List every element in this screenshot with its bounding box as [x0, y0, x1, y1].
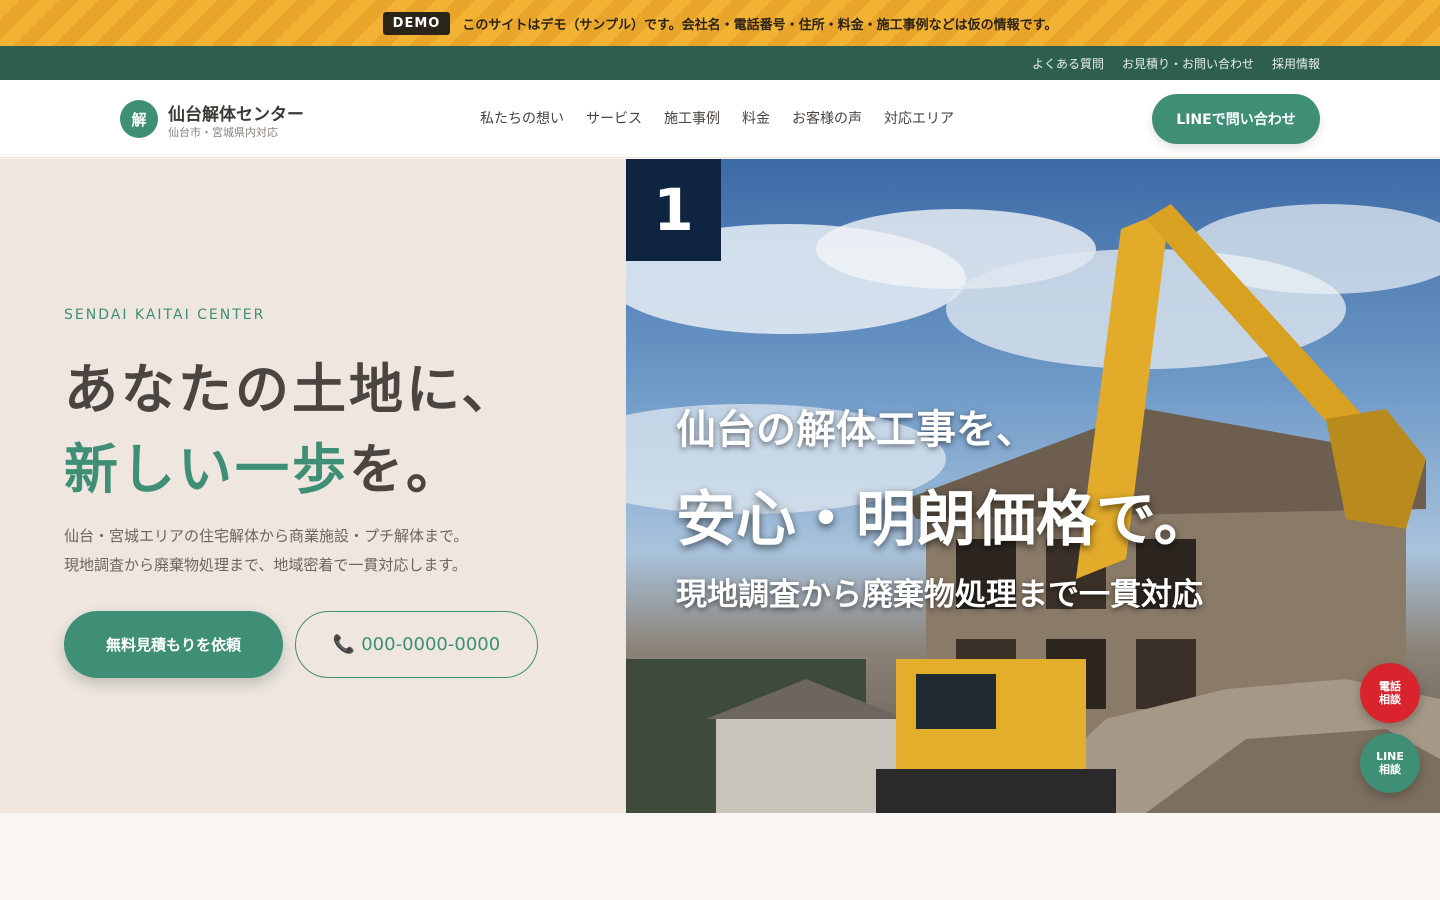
- utility-nav: よくある質問 お見積り・お問い合わせ 採用情報: [0, 46, 1440, 80]
- hero-headline-line1: あなたの土地に、: [64, 358, 519, 421]
- logo-name[interactable]: 仙台解体センター: [168, 100, 304, 125]
- slide-number: 1: [626, 159, 721, 261]
- float-tel-line2: 相談: [1379, 693, 1401, 706]
- nav-item-price[interactable]: 料金: [742, 108, 770, 128]
- hero-image-line1: 仙台の解体工事を、: [676, 407, 1036, 453]
- nav-item-works[interactable]: 施工事例: [664, 108, 720, 128]
- phone-icon: 📞: [332, 634, 356, 655]
- nav-item-area[interactable]: 対応エリア: [884, 108, 954, 128]
- hero-image-line3: 現地調査から廃棄物処理まで一貫対応: [676, 577, 1203, 613]
- demo-banner: DEMO このサイトはデモ（サンプル）です。会社名・電話番号・住所・料金・施工事…: [0, 0, 1440, 46]
- hero-headline-rest: を。: [349, 438, 463, 501]
- site-header: 解 仙台解体センター 仙台市・宮城県内対応 私たちの想い サービス 施工事例 料…: [0, 80, 1440, 158]
- free-estimate-button[interactable]: 無料見積もりを依頼: [64, 611, 283, 678]
- demo-badge: DEMO: [382, 11, 451, 35]
- hero-lead-line2: 現地調査から廃棄物処理まで、地域密着で一貫対応します。: [64, 556, 467, 574]
- hero-image: 1 仙台の解体工事を、 安心・明朗価格で。 現地調査から廃棄物処理まで一貫対応: [626, 159, 1440, 813]
- hero-headline-accent: 新しい一歩: [64, 438, 349, 501]
- float-line-line1: LINE: [1376, 750, 1404, 763]
- float-tel-line1: 電話: [1379, 680, 1401, 693]
- hero-lead: 仙台・宮城エリアの住宅解体から商業施設・プチ解体まで。 現地調査から廃棄物処理ま…: [64, 522, 468, 580]
- hero-eyebrow: SENDAI KAITAI CENTER: [64, 307, 266, 323]
- nav-item-philosophy[interactable]: 私たちの想い: [480, 108, 564, 128]
- util-link-contact[interactable]: お見積り・お問い合わせ: [1122, 55, 1254, 72]
- main-nav: 私たちの想い サービス 施工事例 料金 お客様の声 対応エリア: [480, 108, 954, 128]
- hero-image-line2: 安心・明朗価格で。: [676, 485, 1214, 555]
- logo-subtitle: 仙台市・宮城県内対応: [168, 126, 278, 139]
- phone-number: 000-0000-0000: [361, 634, 501, 655]
- floating-line-consult-button[interactable]: LINE 相談: [1360, 733, 1420, 793]
- util-link-faq[interactable]: よくある質問: [1032, 55, 1104, 72]
- logo-mark[interactable]: 解: [120, 100, 158, 138]
- floating-phone-consult-button[interactable]: 電話 相談: [1360, 663, 1420, 723]
- hero-headline-line2: 新しい一歩を。: [64, 425, 463, 504]
- nav-item-service[interactable]: サービス: [586, 108, 642, 128]
- phone-button[interactable]: 📞 000-0000-0000: [295, 611, 538, 678]
- util-link-recruit[interactable]: 採用情報: [1272, 55, 1320, 72]
- line-contact-button[interactable]: LINEで問い合わせ: [1152, 94, 1320, 144]
- hero-lead-line1: 仙台・宮城エリアの住宅解体から商業施設・プチ解体まで。: [64, 527, 469, 545]
- float-line-line2: 相談: [1379, 763, 1401, 776]
- nav-item-voice[interactable]: お客様の声: [792, 108, 862, 128]
- demo-notice-text: このサイトはデモ（サンプル）です。会社名・電話番号・住所・料金・施工事例などは仮…: [462, 17, 1058, 33]
- hero-text-panel: SENDAI KAITAI CENTER あなたの土地に、 新しい一歩を。 仙台…: [0, 159, 626, 813]
